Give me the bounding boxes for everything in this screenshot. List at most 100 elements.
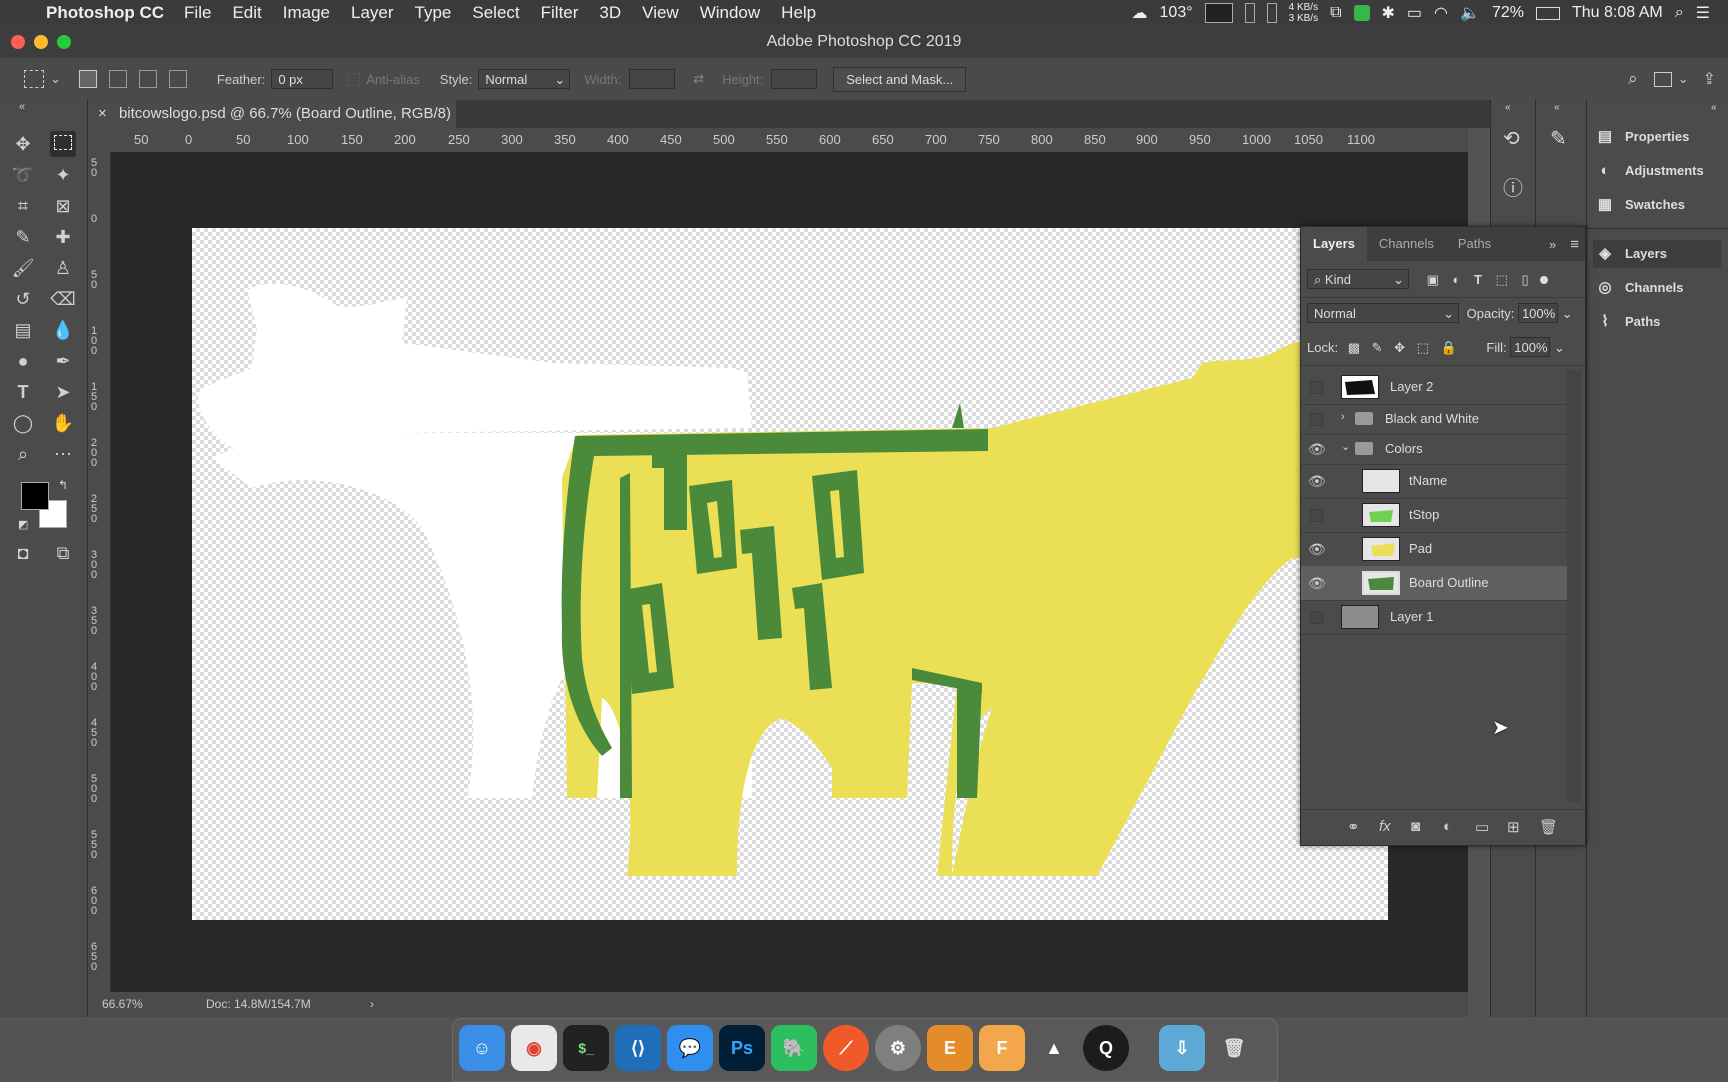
workspace-icon[interactable] [1653,71,1672,87]
spotlight-search-icon[interactable]: ⌕ [1675,4,1684,22]
status-menu-chevron-icon[interactable]: › [370,992,374,1017]
new-adjustment-icon[interactable]: ◐ [1443,818,1452,835]
preset-chevron-icon[interactable]: ⌄ [50,71,61,87]
fusion-360-icon[interactable]: F [979,1025,1025,1071]
swatches-panel-tab[interactable]: ▦ Swatches [1593,191,1721,219]
layer-row-colors[interactable]: 👁 ⌄ Colors [1301,434,1567,465]
menu-layer[interactable]: Layer [351,3,394,23]
layer-list-scrollbar[interactable] [1567,370,1581,802]
filter-shape-icon[interactable]: ⬚ [1496,272,1508,287]
new-group-icon[interactable]: ▭ [1475,818,1489,836]
lock-transparent-icon[interactable]: ▩ [1348,340,1360,355]
panel-expand-icon[interactable]: » [1549,237,1556,252]
collapse-dock-icon[interactable]: « [1711,102,1717,113]
menu-window[interactable]: Window [700,3,760,23]
ellipse-tool-icon[interactable]: ◯ [10,410,36,436]
new-layer-icon[interactable]: ⊞ [1507,818,1520,836]
search-icon[interactable]: ⌕ [1628,69,1638,89]
paths-panel-tab[interactable]: ⌇ Paths [1593,308,1721,336]
info-panel-icon[interactable]: ⓘ [1503,172,1523,201]
gradient-tool-icon[interactable]: ▤ [10,317,36,343]
document-tab[interactable]: × bitcowslogo.psd @ 66.7% (Board Outline… [88,100,456,128]
filter-pixel-icon[interactable]: ▣ [1427,272,1439,287]
swap-dimensions-icon[interactable]: ⇄ [693,71,704,87]
close-window-button[interactable] [11,35,25,49]
intersect-selection-icon[interactable] [168,70,187,88]
channels-panel-tab[interactable]: ◎ Channels [1593,274,1721,302]
add-selection-icon[interactable] [108,70,127,88]
photoshop-icon[interactable]: Ps [719,1025,765,1071]
menu-image[interactable]: Image [283,3,330,23]
vscode-icon[interactable]: ⟨⟩ [615,1025,661,1071]
disk-meter-icon[interactable] [1266,3,1277,23]
green-app-icon[interactable] [1353,5,1370,21]
network-speed[interactable]: 4 KB/s 3 KB/s [1289,2,1318,24]
clone-stamp-tool-icon[interactable]: ♙ [50,255,76,281]
clock[interactable]: Thu 8:08 AM [1572,4,1663,22]
temperature-readout[interactable]: 103° [1160,4,1193,22]
menu-file[interactable]: File [184,3,211,23]
blend-mode-select[interactable]: Normal ⌄ [1307,303,1459,323]
system-preferences-icon[interactable]: ⚙ [875,1025,921,1071]
menu-3d[interactable]: 3D [599,3,621,23]
quicktime-icon[interactable]: Q [1083,1025,1129,1071]
downloads-folder-icon[interactable]: ⇩ [1159,1025,1205,1071]
filter-toggle-icon[interactable] [1540,276,1549,284]
delete-layer-icon[interactable]: 🗑 [1539,818,1558,836]
visibility-eye-icon[interactable]: 👁 [1308,473,1326,489]
cpu-graph-icon[interactable] [1204,3,1233,23]
filter-type-icon[interactable]: T [1474,272,1482,287]
history-brush-tool-icon[interactable]: ↺ [10,286,36,312]
default-colors-icon[interactable]: ◩ [18,518,28,531]
select-and-mask-button[interactable]: Select and Mask... [833,66,967,92]
screen-mode-icon[interactable]: ⧉ [50,540,76,566]
brush-settings-icon[interactable]: ✎ [1550,126,1567,151]
subtract-selection-icon[interactable] [138,70,157,88]
pen-tool-icon[interactable]: ✒ [50,348,76,374]
swap-colors-icon[interactable]: ↰ [58,478,68,492]
path-selection-tool-icon[interactable]: ➤ [50,379,76,405]
history-panel-icon[interactable]: ⟲ [1503,126,1520,151]
minimize-window-button[interactable] [34,35,48,49]
dodge-tool-icon[interactable]: ● [10,348,36,374]
bluetooth-icon[interactable]: ✱ [1382,3,1395,23]
filter-adjustment-icon[interactable]: ◐ [1453,272,1461,287]
layer-style-fx-icon[interactable]: fx [1379,818,1391,835]
creative-cloud-icon[interactable]: ☁ [1132,3,1148,23]
menu-filter[interactable]: Filter [541,3,579,23]
brush-tool-icon[interactable]: 🖌 [10,255,36,281]
menu-view[interactable]: View [642,3,679,23]
wifi-icon[interactable]: ◠ [1434,3,1448,23]
eyedropper-tool-icon[interactable]: ✎ [10,224,36,250]
vertical-ruler[interactable]: 5005010015020025030035040045050055060065… [88,152,111,992]
brave-icon[interactable]: ⟋ [823,1025,869,1071]
frame-tool-icon[interactable]: ⊠ [50,193,76,219]
airplay-icon[interactable]: ▭ [1407,3,1422,23]
volume-icon[interactable]: 🔈 [1460,3,1480,23]
height-input[interactable] [771,69,818,89]
menu-edit[interactable]: Edit [232,3,261,23]
lock-artboard-icon[interactable]: ⬚ [1417,340,1429,355]
visibility-eye-icon[interactable]: 👁 [1308,541,1326,557]
copy-icon[interactable]: ⧉ [1330,4,1341,22]
zoom-window-button[interactable] [57,35,71,49]
layer-row-board-outline[interactable]: 👁 Board Outline [1301,566,1567,601]
eraser-tool-icon[interactable]: ⌫ [50,286,76,312]
marquee-preset-icon[interactable] [24,70,44,88]
blur-tool-icon[interactable]: 💧 [50,317,76,343]
workspace-chevron-icon[interactable]: ⌄ [1678,71,1689,87]
width-input[interactable] [629,69,676,89]
finder-icon[interactable]: ☺ [459,1025,505,1071]
eagle-icon[interactable]: E [927,1025,973,1071]
type-tool-icon[interactable]: T [10,379,36,405]
filter-kind-select[interactable]: ⌕ Kind ⌄ [1307,269,1409,289]
feather-input[interactable]: 0 px [271,69,334,89]
collapse-strip2-icon[interactable]: « [1554,102,1560,113]
layer-row-layer-2[interactable]: Layer 2 [1301,370,1567,405]
tab-paths[interactable]: Paths [1446,227,1503,261]
visibility-toggle[interactable] [1310,413,1323,426]
messages-icon[interactable]: 💬 [667,1025,713,1071]
fill-input[interactable]: 100% [1510,337,1551,357]
share-icon[interactable]: ⇪ [1703,69,1716,89]
collapse-strip-icon[interactable]: « [1505,102,1511,113]
